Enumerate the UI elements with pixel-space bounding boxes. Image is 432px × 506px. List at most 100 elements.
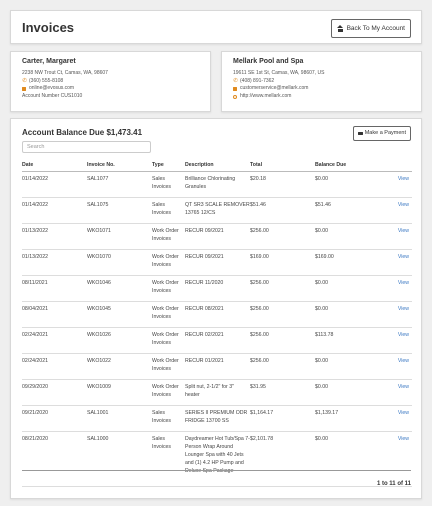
- company-address: 19611 SE 1st St, Camas, WA, 98607, US: [233, 70, 325, 76]
- company-name: Mellark Pool and Spa: [233, 58, 304, 65]
- row-total: $20.18: [250, 171, 315, 198]
- column-header-invoice[interactable]: Invoice No.: [87, 160, 152, 172]
- row-date: 02/24/2021: [22, 327, 87, 354]
- row-type: Work Order Invoices: [152, 249, 185, 276]
- row-type: Work Order Invoices: [152, 327, 185, 354]
- balance-panel: Account Balance Due $1,473.41 Make a Pay…: [10, 118, 422, 499]
- row-invoice-number: SAL1077: [87, 171, 152, 198]
- row-total: $256.00: [250, 353, 315, 380]
- row-type: Work Order Invoices: [152, 301, 185, 328]
- row-balance-due: $0.00: [315, 379, 380, 406]
- email-icon: [22, 87, 26, 91]
- view-link[interactable]: View: [380, 249, 412, 276]
- table-row: 08/04/2021 WKO1045 Work Order Invoices RECU…: [22, 301, 412, 328]
- row-description: RECUR 02/2021: [185, 327, 250, 354]
- row-type: Work Order Invoices: [152, 353, 185, 380]
- home-icon: [336, 25, 344, 32]
- row-invoice-number: SAL1000: [87, 431, 152, 487]
- row-description: RECUR 08/2021: [185, 301, 250, 328]
- pagination-info: 1 to 11 of 11: [376, 481, 411, 487]
- column-header-date[interactable]: Date: [22, 160, 87, 172]
- back-to-account-button[interactable]: Back To My Account: [330, 19, 411, 38]
- email-icon: [233, 87, 237, 91]
- row-invoice-number: SAL1075: [87, 197, 152, 224]
- column-header-action: [380, 160, 412, 172]
- make-payment-button[interactable]: Make a Payment: [352, 126, 411, 141]
- row-invoice-number: WKO1022: [87, 353, 152, 380]
- column-header-total[interactable]: Total: [250, 160, 315, 172]
- row-type: Sales Invoices: [152, 405, 185, 432]
- table-row: 08/11/2021 WKO1046 Work Order Invoices RECU…: [22, 275, 412, 302]
- customer-card: Carter, Margaret 2238 NW Trout Ct, Camas…: [10, 51, 211, 112]
- view-link[interactable]: View: [380, 327, 412, 354]
- company-email-row: customerservice@mellark.com: [233, 85, 421, 93]
- row-description: RECUR 09/2021: [185, 249, 250, 276]
- column-header-description[interactable]: Description: [185, 160, 250, 172]
- view-link[interactable]: View: [380, 353, 412, 380]
- pager-divider: [22, 470, 411, 471]
- company-website[interactable]: http://www.mellark.com: [240, 93, 291, 101]
- row-total: $31.95: [250, 379, 315, 406]
- company-phone[interactable]: (408) 891-7362: [240, 78, 274, 86]
- view-link[interactable]: View: [380, 223, 412, 250]
- phone-icon: ✆: [233, 77, 238, 84]
- customer-name: Carter, Margaret: [22, 58, 76, 65]
- company-card: Mellark Pool and Spa 19611 SE 1st St, Ca…: [221, 51, 422, 112]
- view-link[interactable]: View: [380, 431, 412, 487]
- customer-email-row: online@evosus.com: [22, 85, 210, 93]
- table-row: 01/13/2022 WKO1071 Work Order Invoices RECU…: [22, 223, 412, 250]
- row-date: 08/11/2021: [22, 275, 87, 302]
- make-payment-label: Make a Payment: [364, 130, 406, 136]
- view-link[interactable]: View: [380, 197, 412, 224]
- company-email[interactable]: customerservice@mellark.com: [240, 85, 308, 93]
- row-date: 08/21/2020: [22, 431, 87, 487]
- row-type: Sales Invoices: [152, 431, 185, 487]
- row-total: $2,101.78: [250, 431, 315, 487]
- row-date: 01/14/2022: [22, 171, 87, 198]
- row-balance-due: $0.00: [315, 223, 380, 250]
- column-header-type[interactable]: Type: [152, 160, 185, 172]
- view-link[interactable]: View: [380, 405, 412, 432]
- row-type: Work Order Invoices: [152, 223, 185, 250]
- balance-title: Account Balance Due $1,473.41: [22, 128, 143, 137]
- row-invoice-number: WKO1026: [87, 327, 152, 354]
- company-website-row: http://www.mellark.com: [233, 93, 421, 101]
- row-balance-due: $51.46: [315, 197, 380, 224]
- table-row: 09/21/2020 SAL1001 Sales Invoices SERIES II…: [22, 405, 412, 432]
- row-description: QT SR3 SCALE REMOVER 13765 12/CS: [185, 197, 250, 224]
- view-link[interactable]: View: [380, 275, 412, 302]
- table-header-row: Date Invoice No. Type Description Total …: [22, 160, 412, 172]
- row-invoice-number: WKO1070: [87, 249, 152, 276]
- globe-icon: [233, 94, 237, 99]
- row-total: $256.00: [250, 301, 315, 328]
- row-date: 01/13/2022: [22, 249, 87, 276]
- row-total: $256.00: [250, 275, 315, 302]
- table-row: 01/13/2022 WKO1070 Work Order Invoices RECU…: [22, 249, 412, 276]
- view-link[interactable]: View: [380, 379, 412, 406]
- table-row: 01/14/2022 SAL1075 Sales Invoices QT SR3 SC…: [22, 197, 412, 224]
- row-type: Sales Invoices: [152, 197, 185, 224]
- table-row: 09/29/2020 WKO1009 Work Order Invoices Spli…: [22, 379, 412, 406]
- row-invoice-number: WKO1045: [87, 301, 152, 328]
- row-balance-due: $0.00: [315, 353, 380, 380]
- company-phone-row: ✆ (408) 891-7362: [233, 78, 421, 86]
- row-total: $169.00: [250, 249, 315, 276]
- table-row: 02/24/2021 WKO1022 Work Order Invoices RECU…: [22, 353, 412, 380]
- row-description: RECUR 01/2021: [185, 353, 250, 380]
- view-link[interactable]: View: [380, 301, 412, 328]
- row-description: Split nut, 2-1/2" for 3" heater: [185, 379, 250, 406]
- row-type: Work Order Invoices: [152, 275, 185, 302]
- row-date: 08/04/2021: [22, 301, 87, 328]
- row-balance-due: $1,139.17: [315, 405, 380, 432]
- row-invoice-number: WKO1071: [87, 223, 152, 250]
- back-to-account-label: Back To My Account: [346, 25, 405, 32]
- view-link[interactable]: View: [380, 171, 412, 198]
- row-total: $256.00: [250, 327, 315, 354]
- credit-card-icon: [357, 131, 363, 136]
- search-input[interactable]: [22, 141, 151, 153]
- column-header-balance[interactable]: Balance Due: [315, 160, 380, 172]
- row-date: 01/14/2022: [22, 197, 87, 224]
- invoice-table: Date Invoice No. Type Description Total …: [22, 160, 412, 487]
- row-balance-due: $0.00: [315, 301, 380, 328]
- row-description: RECUR 09/2021: [185, 223, 250, 250]
